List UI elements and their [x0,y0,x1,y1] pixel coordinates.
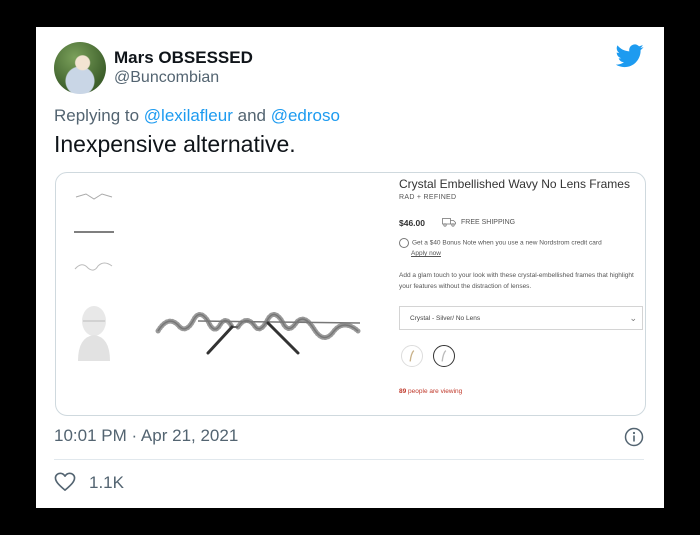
heart-icon[interactable] [54,472,76,492]
thumbnail-model-bust[interactable] [72,303,116,361]
chevron-down-icon: ⌄ [629,313,637,323]
color-swatch-gold[interactable] [401,345,423,367]
thumbnail-glasses-angle[interactable] [72,259,116,275]
replying-and: and [237,106,266,125]
color-swatch-silver[interactable] [433,345,455,367]
product-price: $46.00 [399,218,425,228]
truck-icon [442,218,456,227]
thumbnail-glasses-top[interactable] [72,191,116,203]
info-icon[interactable] [624,427,644,447]
thumbnail-glasses-side[interactable] [72,227,116,237]
apply-now-link[interactable]: Apply now [411,250,441,257]
mention-link[interactable]: @edroso [271,106,340,125]
color-select[interactable]: Crystal - Silver/ No Lens ⌄ [399,306,643,330]
display-name[interactable]: Mars OBSESSED [114,48,253,68]
replying-prefix: Replying to [54,106,140,125]
twitter-bird-icon [616,44,644,68]
divider [54,459,644,460]
user-handle[interactable]: @Buncombian [114,69,219,87]
card-icon [399,238,409,248]
shipping-label: FREE SHIPPING [461,219,516,226]
viewers-count: 89 [399,388,407,395]
tweet-text: Inexpensive alternative. [54,131,296,157]
color-select-value: Crystal - Silver/ No Lens [410,315,481,322]
viewers-text: people are viewing [408,388,463,395]
like-count[interactable]: 1.1K [89,473,124,493]
avatar[interactable] [54,42,106,94]
tweet-card: Mars OBSESSED @Buncombian Replying to @l… [36,27,664,508]
tweet-timestamp[interactable]: 10:01 PM · Apr 21, 2021 [54,426,238,446]
glasses-product-image [155,312,361,355]
product-screenshot[interactable]: Crystal Embellished Wavy No Lens Frames … [55,172,646,416]
replying-to: Replying to @lexilafleur and @edroso [54,106,340,126]
mention-link[interactable]: @lexilafleur [144,106,233,125]
viewers-notice: 89 people are viewing [399,388,462,395]
product-brand[interactable]: RAD + REFINED [399,194,456,201]
product-description: Add a glam touch to your look with these… [399,272,634,290]
bonus-text: Get a $40 Bonus Note when you use a new … [412,239,602,247]
product-title: Crystal Embellished Wavy No Lens Frames [399,177,630,191]
bonus-note: Get a $40 Bonus Note when you use a new … [399,238,602,248]
